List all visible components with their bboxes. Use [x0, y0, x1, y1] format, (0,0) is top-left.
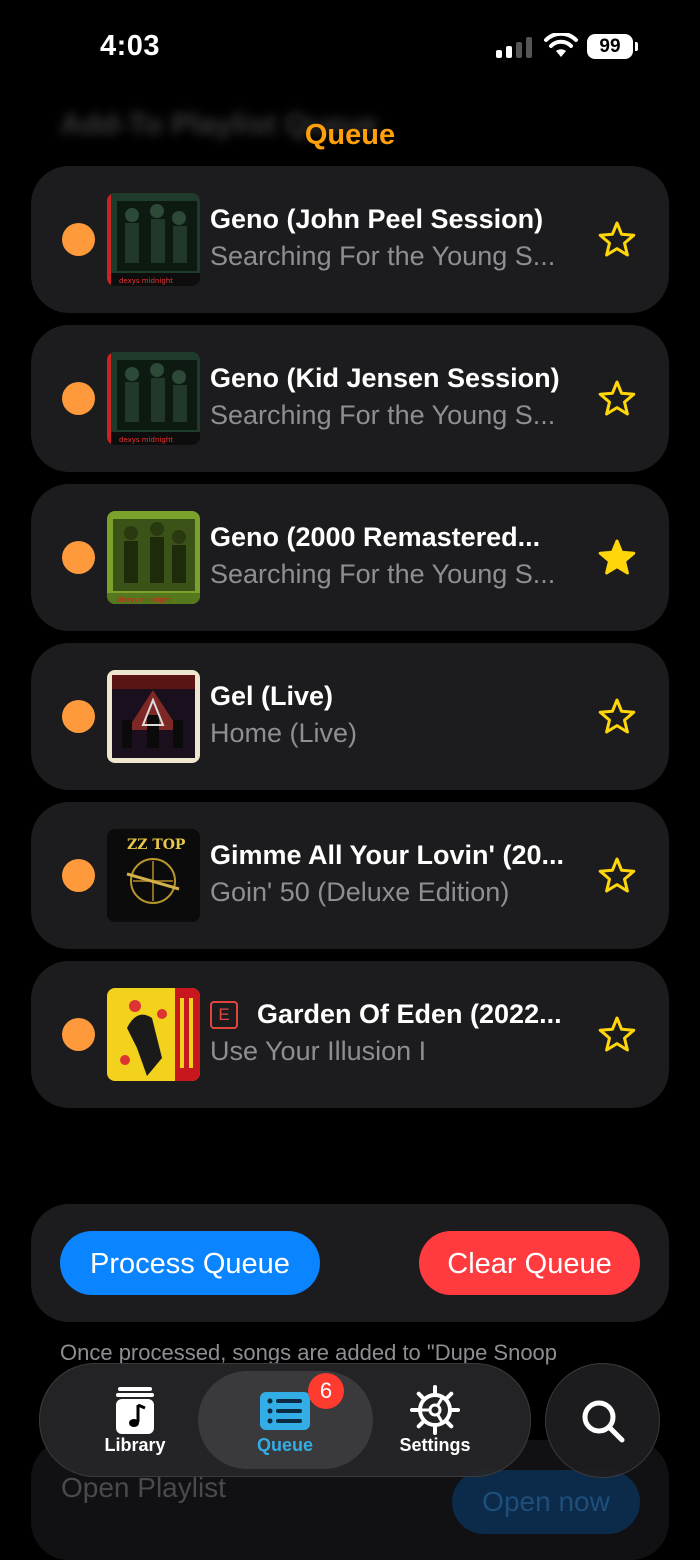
album-art: ZZ TOP: [107, 829, 200, 922]
queue-item[interactable]: dexys midnight Geno (Kid Jensen Session) S…: [31, 325, 669, 472]
tab-queue-label: Queue: [256, 1435, 313, 1455]
status-dot: [62, 1018, 95, 1051]
tab-library-label: Library: [104, 1435, 166, 1455]
search-icon: [582, 1400, 625, 1443]
star-icon[interactable]: [598, 698, 636, 736]
svg-text:dexys midnight: dexys midnight: [119, 436, 173, 444]
svg-text:dexys midnight: dexys midnight: [117, 596, 171, 604]
star-icon[interactable]: [598, 1016, 636, 1054]
queue-item[interactable]: dexys midnight Geno (2000 Remastered... Se…: [31, 484, 669, 631]
tab-bar: Library Queue 6 Settings: [39, 1363, 531, 1477]
list-icon: [260, 1392, 310, 1430]
song-title: Geno (John Peel Session): [210, 204, 544, 234]
album-name: Home (Live): [210, 718, 358, 748]
explicit-badge: E: [210, 1001, 238, 1029]
queue-item[interactable]: dexys midnight Geno (John Peel Session) Se…: [31, 166, 669, 313]
process-queue-button[interactable]: Process Queue: [60, 1231, 320, 1295]
song-title: Geno (2000 Remastered...: [210, 522, 541, 552]
album-art: [107, 988, 200, 1081]
album-art: dexys midnight: [107, 511, 200, 604]
status-dot: [62, 700, 95, 733]
music-note-icon: [116, 1387, 154, 1434]
battery-indicator: 99: [587, 34, 633, 59]
album-name: Searching For the Young S...: [210, 559, 556, 589]
status-time: 4:03: [100, 30, 161, 62]
clear-queue-button[interactable]: Clear Queue: [419, 1231, 640, 1295]
status-dot: [62, 223, 95, 256]
star-icon[interactable]: [598, 221, 636, 259]
tab-library[interactable]: Library: [60, 1364, 210, 1476]
star-filled-icon[interactable]: [598, 539, 636, 577]
tab-settings-label: Settings: [399, 1435, 471, 1455]
queue-actions-card: Process Queue Clear Queue: [31, 1204, 669, 1322]
album-name: Searching For the Young S...: [210, 241, 556, 271]
search-button[interactable]: [545, 1363, 660, 1478]
status-bar: 4:03 99: [0, 0, 700, 95]
song-title: Garden Of Eden (2022...: [257, 999, 562, 1029]
song-title: Gimme All Your Lovin' (20...: [210, 840, 564, 870]
star-icon[interactable]: [598, 857, 636, 895]
song-title: Geno (Kid Jensen Session): [210, 363, 560, 393]
cellular-signal-icon: [496, 36, 534, 58]
queue-count-badge: 6: [308, 1373, 344, 1409]
song-title: Gel (Live): [210, 681, 334, 711]
album-name: Use Your Illusion I: [210, 1036, 427, 1066]
status-dot: [62, 859, 95, 892]
tab-settings[interactable]: Settings: [360, 1364, 510, 1476]
wifi-icon: [544, 33, 578, 57]
queue-item[interactable]: Gel (Live) Home (Live): [31, 643, 669, 790]
star-icon[interactable]: [598, 380, 636, 418]
album-art: dexys midnight: [107, 352, 200, 445]
album-name: Goin' 50 (Deluxe Edition): [210, 877, 510, 907]
queue-item[interactable]: E Garden Of Eden (2022... Use Your Illusio…: [31, 961, 669, 1108]
gear-icon: [410, 1385, 460, 1435]
album-name: Searching For the Young S...: [210, 400, 556, 430]
battery-nub: [635, 42, 638, 51]
queue-item[interactable]: ZZ TOP Gimme All Your Lovin' (20... Goin' …: [31, 802, 669, 949]
status-dot: [62, 382, 95, 415]
svg-text:ZZ TOP: ZZ TOP: [127, 837, 186, 853]
open-now-button[interactable]: Open now: [452, 1470, 640, 1534]
status-dot: [62, 541, 95, 574]
page-title: Queue: [304, 119, 396, 151]
album-art: [107, 670, 200, 763]
album-art: dexys midnight: [107, 193, 200, 286]
svg-text:dexys midnight: dexys midnight: [119, 277, 173, 285]
